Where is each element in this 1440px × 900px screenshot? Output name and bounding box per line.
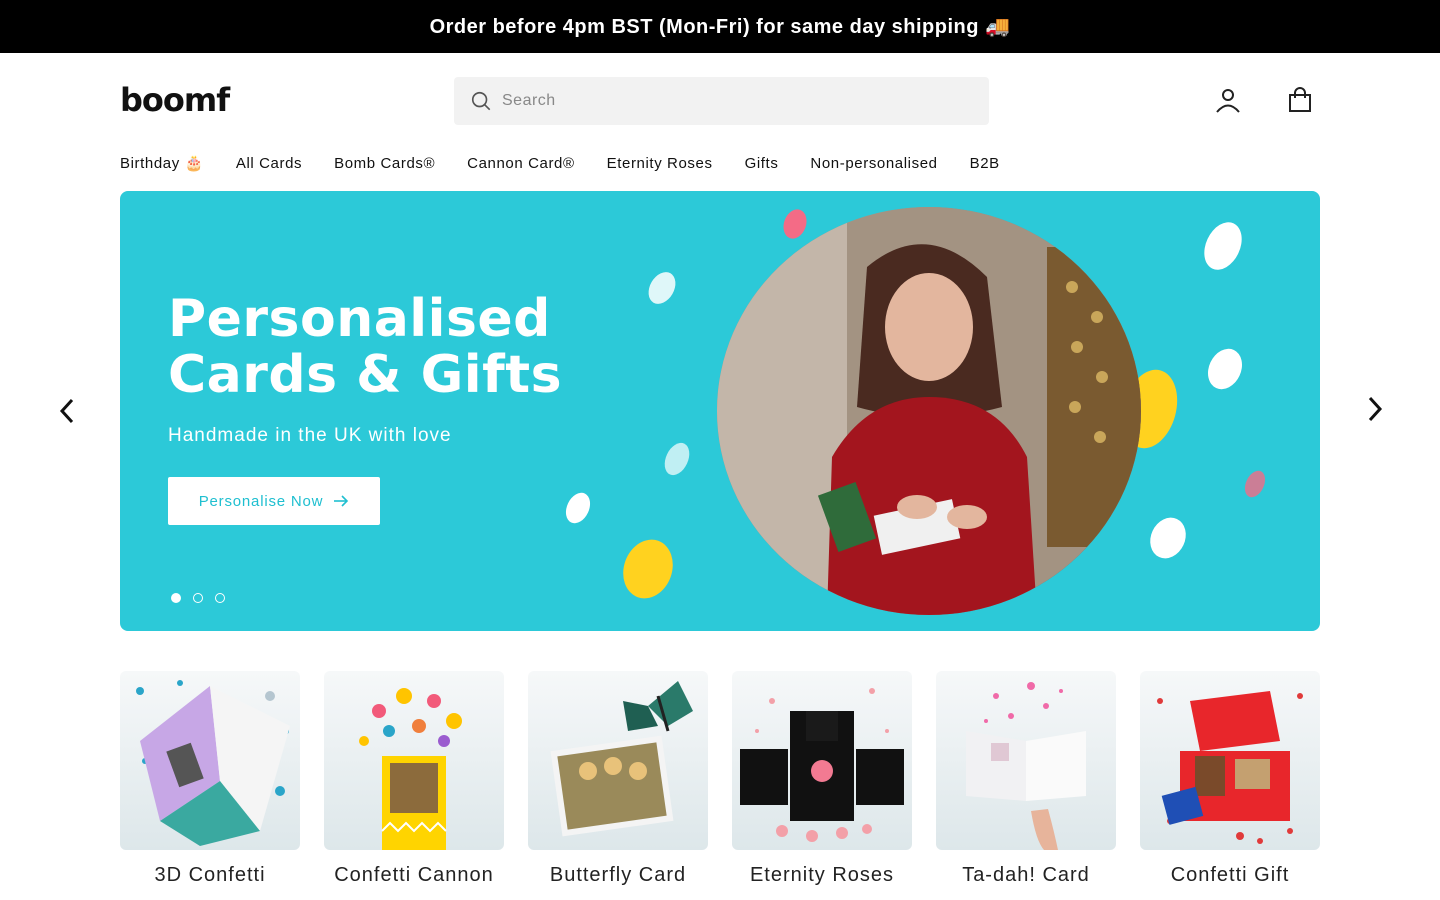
product-card-butterfly-card[interactable]: Butterfly Card: [528, 671, 708, 887]
carousel-dot-2[interactable]: [193, 593, 203, 603]
nav-item-gifts[interactable]: Gifts: [745, 155, 779, 172]
account-button[interactable]: [1213, 85, 1243, 115]
hero-subtitle: Handmade in the UK with love: [168, 425, 452, 446]
product-image-3d-confetti: [120, 671, 300, 850]
product-image-ta-dah-card: [936, 671, 1116, 850]
hero-title: Personalised Cards & Gifts: [168, 291, 562, 403]
nav-item-bomb-cards[interactable]: Bomb Cards®: [334, 155, 435, 172]
hero-title-line2: Cards & Gifts: [168, 345, 563, 405]
shopping-bag-icon: [1289, 87, 1311, 112]
personalise-now-label: Personalise Now: [198, 492, 324, 510]
arrow-right-icon: [334, 495, 349, 507]
product-card-eternity-roses[interactable]: Eternity Roses: [732, 671, 912, 887]
search-bar[interactable]: [454, 77, 989, 125]
carousel-dots: [171, 593, 225, 603]
nav-item-all-cards[interactable]: All Cards: [236, 155, 302, 172]
product-image-confetti-gift: [1140, 671, 1320, 850]
carousel-dot-1[interactable]: [171, 593, 181, 603]
nav-item-b2b[interactable]: B2B: [970, 155, 1000, 172]
hero-banner: Personalised Cards & Gifts Handmade in t…: [120, 191, 1320, 631]
user-icon: [1216, 89, 1240, 113]
product-label: Confetti Gift: [1170, 864, 1290, 886]
product-label: Ta-dah! Card: [962, 864, 1090, 886]
personalise-now-button[interactable]: Personalise Now: [168, 477, 380, 525]
product-card-confetti-gift[interactable]: Confetti Gift: [1140, 671, 1320, 887]
nav-item-birthday[interactable]: Birthday 🎂: [120, 154, 204, 172]
product-card-confetti-cannon[interactable]: Confetti Cannon: [324, 671, 504, 887]
search-icon: [471, 91, 491, 111]
nav-item-non-personalised[interactable]: Non-personalised: [810, 155, 937, 172]
product-label: Butterfly Card: [549, 864, 687, 886]
announcement-bar: Order before 4pm BST (Mon-Fri) for same …: [0, 0, 1440, 53]
hero-title-line1: Personalised: [168, 289, 551, 349]
cart-button[interactable]: [1285, 85, 1315, 115]
nav-item-cannon-card[interactable]: Cannon Card®: [467, 155, 574, 172]
nav-item-eternity-roses[interactable]: Eternity Roses: [607, 155, 713, 172]
product-category-row: 3D Confetti Confetti Cannon Butterfly Ca…: [120, 671, 1320, 887]
product-image-eternity-roses: [732, 671, 912, 850]
product-card-3d-confetti[interactable]: 3D Confetti: [120, 671, 300, 887]
product-card-ta-dah-card[interactable]: Ta-dah! Card: [936, 671, 1116, 887]
product-label: 3D Confetti: [154, 864, 266, 886]
main-nav: Birthday 🎂 All Cards Bomb Cards® Cannon …: [120, 152, 1032, 174]
chevron-right-icon: [1368, 396, 1383, 422]
carousel-dot-3[interactable]: [215, 593, 225, 603]
brand-logo[interactable]: boomf: [120, 83, 230, 117]
product-image-confetti-cannon: [324, 671, 504, 850]
product-label: Confetti Cannon: [334, 864, 494, 886]
chevron-left-icon: [59, 398, 74, 424]
product-label: Eternity Roses: [749, 864, 895, 886]
search-input[interactable]: [502, 92, 962, 110]
carousel-next-button[interactable]: [1360, 392, 1390, 426]
woman-opening-card-image: [717, 207, 1141, 615]
site-header: boomf: [0, 53, 1440, 149]
product-image-butterfly-card: [528, 671, 708, 850]
hero-video-circle: [717, 207, 1141, 615]
carousel-prev-button[interactable]: [52, 394, 82, 428]
announcement-text: Order before 4pm BST (Mon-Fri) for same …: [429, 16, 1011, 38]
